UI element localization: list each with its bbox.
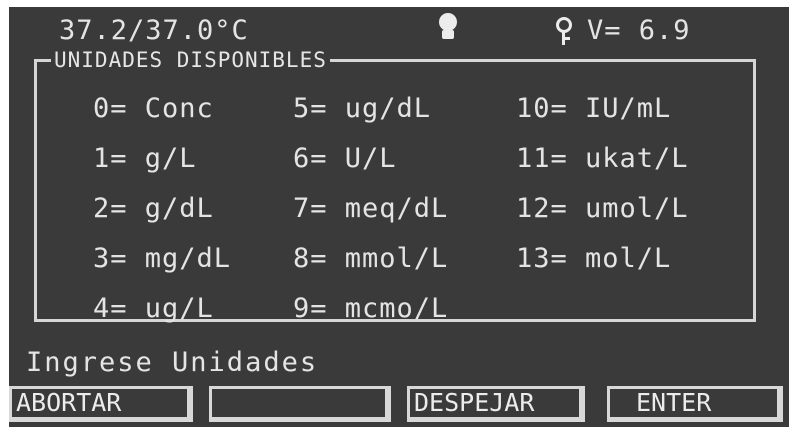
unit-option-1[interactable]: 1= g/L [93,143,197,175]
unit-option-11[interactable]: 11= ukat/L [516,143,689,175]
unit-option-4[interactable]: 4= ug/L [93,293,214,325]
unit-option-2[interactable]: 2= g/dL [93,193,214,225]
unit-option-5[interactable]: 5= ug/dL [293,93,431,125]
lamp-icon [433,13,463,43]
unit-option-6[interactable]: 6= U/L [293,143,397,175]
key-tooth [565,37,570,40]
clear-button[interactable]: DESPEJAR [407,386,585,422]
unit-option-13[interactable]: 13= mol/L [516,243,671,275]
lamp-base [442,30,454,39]
input-prompt: Ingrese Unidades [26,347,319,378]
unit-option-12[interactable]: 12= umol/L [516,193,689,225]
temperature-readout: 37.2/37.0°C [59,15,249,46]
lamp-bulb [439,13,457,31]
blank-softkey[interactable] [209,386,391,422]
abort-button[interactable]: ABORTAR [9,386,193,422]
unit-option-10[interactable]: 10= IU/mL [516,93,671,125]
unit-option-8[interactable]: 8= mmol/L [293,243,448,275]
instrument-screen: 37.2/37.0°C V= 6.9 UNIDADES DISPONIBLES … [9,7,789,427]
unit-option-9[interactable]: 9= mcmo/L [293,293,448,325]
unit-option-0[interactable]: 0= Conc [93,93,214,125]
unit-option-7[interactable]: 7= meq/dL [293,193,448,225]
status-bar: 37.2/37.0°C V= 6.9 [9,11,789,49]
voltage-readout: V= 6.9 [587,15,691,46]
units-panel-title: UNIDADES DISPONIBLES [51,48,330,72]
available-units-panel: UNIDADES DISPONIBLES 0= Conc 1= g/L 2= g… [34,48,756,325]
enter-button[interactable]: ENTER [607,386,783,422]
unit-option-3[interactable]: 3= mg/dL [93,243,231,275]
key-icon [554,15,574,45]
